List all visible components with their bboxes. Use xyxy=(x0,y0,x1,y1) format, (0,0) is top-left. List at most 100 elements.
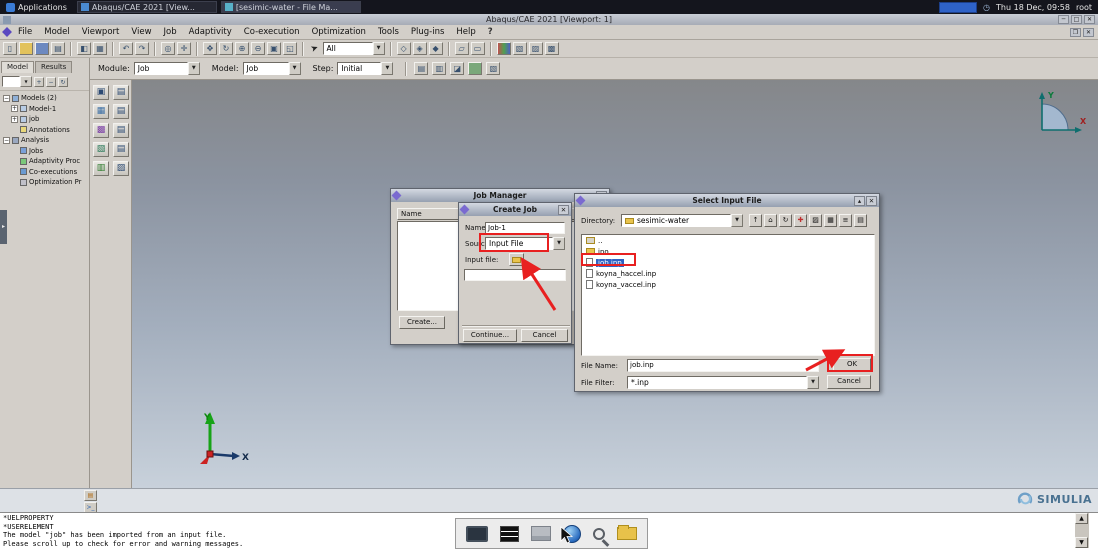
applications-menu[interactable]: Applications xyxy=(0,0,73,14)
file-name-input[interactable]: job.inp xyxy=(627,359,819,372)
create-job-icon[interactable]: ▣ xyxy=(93,85,109,100)
rotate-view-icon[interactable]: ↻ xyxy=(219,42,233,55)
expand-all-icon[interactable]: + xyxy=(34,77,44,87)
open-icon[interactable] xyxy=(19,42,33,55)
rollup-icon[interactable]: ▴ xyxy=(854,196,865,206)
create-viewport-icon[interactable]: ◧ xyxy=(77,42,91,55)
redo-icon[interactable]: ↷ xyxy=(135,42,149,55)
file-row-koyna-vaccel[interactable]: koyna_vaccel.inp xyxy=(582,279,874,290)
tree-node-models[interactable]: − Models (2) xyxy=(0,93,89,104)
probe-icon[interactable]: ✛ xyxy=(177,42,191,55)
select-input-file-titlebar[interactable]: Select Input File ▴ ✕ xyxy=(575,194,879,207)
perspective-on-icon[interactable]: ▱ xyxy=(455,42,469,55)
chevron-down-icon[interactable]: ▼ xyxy=(20,76,32,87)
folder-icon[interactable] xyxy=(617,527,637,540)
chevron-down-icon[interactable]: ▼ xyxy=(381,62,393,75)
model-combo[interactable]: Job ▼ xyxy=(243,62,301,75)
tree-filter-combo[interactable]: ▼ xyxy=(2,76,32,87)
close-icon[interactable]: ✕ xyxy=(558,205,569,215)
menu-tools[interactable]: Tools xyxy=(372,27,405,37)
edit-keywords-icon[interactable]: ▥ xyxy=(93,161,109,176)
display-options-icon[interactable]: ▧ xyxy=(486,62,500,75)
module-combo[interactable]: Job ▼ xyxy=(134,62,200,75)
expand-icon[interactable]: + xyxy=(11,116,18,123)
file-filter-combo[interactable]: *.inp ▼ xyxy=(627,376,819,389)
context-help-icon[interactable]: ? xyxy=(482,27,499,37)
taskbar-window-abaqus[interactable]: Abaqus/CAE 2021 [View... xyxy=(77,1,217,13)
chevron-down-icon[interactable]: ▼ xyxy=(373,42,385,55)
continue-button[interactable]: Continue... xyxy=(463,329,517,342)
panel-handle[interactable]: ▸ xyxy=(0,210,7,244)
visible-objects-icon[interactable]: ▨ xyxy=(529,42,543,55)
job-manager-icon[interactable]: ▤ xyxy=(113,85,129,100)
chevron-down-icon[interactable]: ▼ xyxy=(188,62,200,75)
close-icon[interactable]: ✕ xyxy=(866,196,877,206)
window-menu-icon[interactable] xyxy=(3,16,11,24)
input-file-path-input[interactable] xyxy=(464,269,566,281)
icon-view-icon[interactable]: ▦ xyxy=(824,214,837,227)
render-model-icon[interactable]: ▤ xyxy=(414,62,428,75)
tree-node-jobs[interactable]: Jobs xyxy=(0,146,89,157)
model-queries-icon[interactable]: ▨ xyxy=(113,161,129,176)
tree-node-annotations[interactable]: Annotations xyxy=(0,125,89,136)
step-combo[interactable]: Initial ▼ xyxy=(337,62,393,75)
cancel-button[interactable]: Cancel xyxy=(521,329,568,342)
cancel-button[interactable]: Cancel xyxy=(827,375,871,389)
expand-icon[interactable]: + xyxy=(11,105,18,112)
input-method-badge[interactable] xyxy=(939,2,977,13)
collapse-icon[interactable]: − xyxy=(3,95,10,102)
message-area-tab[interactable]: ▤ xyxy=(84,490,97,501)
collapse-icon[interactable]: − xyxy=(3,137,10,144)
render-mesh-icon[interactable]: ▥ xyxy=(432,62,446,75)
job-name-input[interactable]: Job-1 xyxy=(485,222,565,234)
new-model-icon[interactable]: ▯ xyxy=(3,42,17,55)
magnifier-icon[interactable] xyxy=(593,528,605,540)
ok-button[interactable]: OK xyxy=(833,358,871,372)
create-optimization-icon[interactable]: ▧ xyxy=(93,142,109,157)
monitor-icon[interactable] xyxy=(466,526,488,542)
chevron-down-icon[interactable]: ▼ xyxy=(289,62,301,75)
menu-viewport[interactable]: Viewport xyxy=(76,27,126,37)
menu-help[interactable]: Help xyxy=(450,27,481,37)
list-view-icon[interactable]: ≡ xyxy=(839,214,852,227)
source-combo[interactable]: Input File ▼ xyxy=(485,237,565,250)
undo-icon[interactable]: ↶ xyxy=(119,42,133,55)
render-target-combo[interactable]: All ▼ xyxy=(323,42,385,55)
perspective-off-icon[interactable]: ▭ xyxy=(471,42,485,55)
file-row-up[interactable]: .. xyxy=(582,235,874,246)
terminal-icon[interactable] xyxy=(500,526,519,542)
adaptivity-manager-icon[interactable]: ▤ xyxy=(113,104,129,119)
color-code-icon[interactable] xyxy=(497,42,511,55)
menu-file[interactable]: File xyxy=(12,27,38,37)
maximize-icon[interactable]: □ xyxy=(1071,15,1082,24)
tab-results[interactable]: Results xyxy=(35,61,72,73)
drawer-icon[interactable] xyxy=(531,526,551,541)
taskbar-window-filemanager[interactable]: [sesimic-water - File Ma... xyxy=(221,1,361,13)
up-directory-icon[interactable]: ↑ xyxy=(749,214,762,227)
menu-model[interactable]: Model xyxy=(38,27,76,37)
optimization-manager-icon[interactable]: ▤ xyxy=(113,142,129,157)
shaded-icon[interactable]: ◆ xyxy=(429,42,443,55)
coexecution-manager-icon[interactable]: ▤ xyxy=(113,123,129,138)
refresh-icon[interactable]: ↻ xyxy=(779,214,792,227)
file-row-job-inp[interactable]: job.inp xyxy=(582,257,874,268)
view-options-icon[interactable]: ▩ xyxy=(545,42,559,55)
viewport-restore-icon[interactable]: ❐ xyxy=(1070,28,1081,37)
minimize-icon[interactable]: ─ xyxy=(1058,15,1069,24)
create-adaptivity-icon[interactable]: ▦ xyxy=(93,104,109,119)
menu-plugins[interactable]: Plug-ins xyxy=(405,27,451,37)
tree-node-model-1[interactable]: + Model-1 xyxy=(0,104,89,115)
tree-node-job-model[interactable]: + job xyxy=(0,114,89,125)
file-list[interactable]: .. ino job.inp koyna_haccel.inp koyna_va… xyxy=(581,234,875,356)
tile-viewports-icon[interactable]: ▦ xyxy=(93,42,107,55)
print-icon[interactable]: ▤ xyxy=(51,42,65,55)
fit-view-icon[interactable]: ◱ xyxy=(283,42,297,55)
tree-node-co-executions[interactable]: Co-executions xyxy=(0,167,89,178)
menu-view[interactable]: View xyxy=(125,27,157,37)
tree-node-analysis[interactable]: − Analysis xyxy=(0,135,89,146)
viewport-close-icon[interactable]: ✕ xyxy=(1083,28,1094,37)
create-job-titlebar[interactable]: Create Job ✕ xyxy=(459,203,571,216)
query-icon[interactable]: ◎ xyxy=(161,42,175,55)
save-icon[interactable] xyxy=(35,42,49,55)
chevron-down-icon[interactable]: ▼ xyxy=(553,237,565,250)
